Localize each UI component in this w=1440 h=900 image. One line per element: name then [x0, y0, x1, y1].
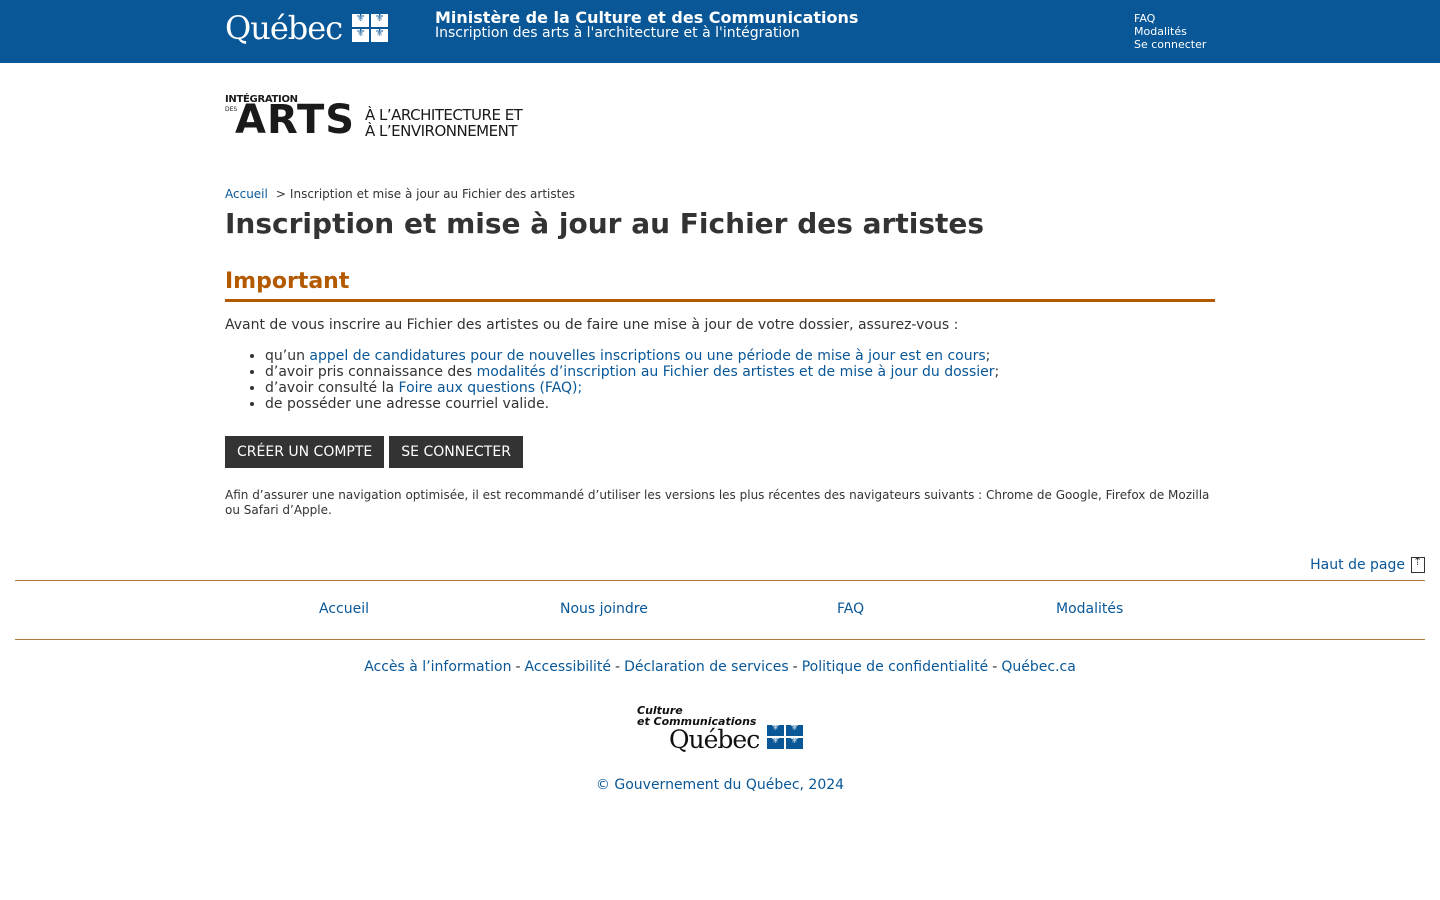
footer-link-separator: - — [992, 659, 998, 675]
list-item-text: de posséder une adresse courriel valide. — [265, 396, 550, 412]
back-to-top-icon — [1411, 555, 1425, 573]
culture-communications-logo[interactable]: Culture et Communications Québec — [637, 705, 807, 757]
top-links: FAQ Modalités Se connecter — [1134, 12, 1206, 51]
breadcrumb: Accueil > Inscription et mise à jour au Fi… — [225, 187, 575, 201]
registration-terms-link[interactable]: modalités d’inscription au Fichier des a… — [477, 364, 995, 380]
footer-link-access-info[interactable]: Accès à l’information — [364, 659, 511, 675]
ministry-name: Ministère de la Culture et des Communica… — [435, 8, 859, 27]
top-link-login[interactable]: Se connecter — [1134, 38, 1206, 51]
page-title: Inscription et mise à jour au Fichier de… — [225, 207, 985, 240]
back-to-top-link[interactable]: Haut de page — [1310, 555, 1425, 573]
footer-link-separator: - — [515, 659, 521, 675]
program-logo-environnement: À L’ENVIRONNEMENT — [365, 122, 518, 140]
footer-divider-top — [15, 580, 1425, 581]
site-heading: Ministère de la Culture et des Communica… — [435, 9, 858, 41]
faq-link[interactable]: Foire aux questions (FAQ); — [399, 380, 583, 396]
fleur-de-lis-icon — [767, 722, 803, 749]
footer-nav-faq[interactable]: FAQ — [837, 601, 864, 617]
footer-link-separator: - — [615, 659, 621, 675]
top-banner: Québec Ministère de la Culture et des Co… — [0, 0, 1440, 63]
list-item: d’avoir consulté la Foire aux questions … — [265, 380, 1215, 396]
create-account-button[interactable]: CRÉER UN COMPTE — [225, 436, 385, 468]
cc-logo-wordmark: Québec — [669, 725, 760, 754]
copyright: © Gouvernement du Québec, 2024 — [595, 777, 845, 793]
list-item: d’avoir pris connaissance des modalités … — [265, 364, 1215, 380]
quebec-logo[interactable]: Québec — [225, 9, 389, 47]
footer-links: Accès à l’information - Accessibilité - Décl… — [0, 659, 1440, 675]
important-section: Important Avant de vous inscrire au Fich… — [225, 268, 1215, 518]
top-link-modalites[interactable]: Modalités — [1134, 25, 1206, 38]
requirements-list: qu’un appel de candidatures pour de nouv… — [225, 348, 1215, 412]
action-buttons: CRÉER UN COMPTE SE CONNECTER — [225, 436, 1215, 468]
footer-divider-bottom — [15, 639, 1425, 640]
quebec-logo-wordmark: Québec — [225, 9, 343, 47]
list-item-punct: ; — [985, 348, 991, 364]
back-to-top-label: Haut de page — [1310, 557, 1405, 573]
top-link-faq[interactable]: FAQ — [1134, 12, 1206, 25]
site-subtitle: Inscription des arts à l'architecture et… — [435, 25, 800, 41]
footer-nav-contact[interactable]: Nous joindre — [560, 601, 648, 617]
list-item: qu’un appel de candidatures pour de nouv… — [265, 348, 1215, 364]
breadcrumb-separator: > — [275, 187, 286, 201]
footer-link-quebec-ca[interactable]: Québec.ca — [1001, 659, 1075, 675]
calls-for-applications-link[interactable]: appel de candidatures pour de nouvelles … — [309, 348, 985, 364]
footer-link-services[interactable]: Déclaration de services — [624, 659, 789, 675]
program-logo: INTÉGRATION DES ARTS À L’ARCHITECTURE ET… — [225, 94, 545, 142]
list-item-text: d’avoir pris connaissance des — [265, 364, 477, 380]
footer-link-separator: - — [792, 659, 798, 675]
footer-nav-modalites[interactable]: Modalités — [1056, 601, 1123, 617]
browser-notice: Afin d’assurer une navigation optimisée,… — [225, 488, 1210, 517]
footer-link-privacy[interactable]: Politique de confidentialité — [802, 659, 989, 675]
intro-text: Avant de vous inscrire au Fichier des ar… — [225, 317, 959, 333]
list-item-text: d’avoir consulté la — [265, 380, 399, 396]
program-logo-arts: ARTS — [235, 97, 356, 143]
list-item-text: qu’un — [265, 348, 310, 364]
footer-link-accessibility[interactable]: Accessibilité — [525, 659, 611, 675]
list-item: de posséder une adresse courriel valide. — [265, 396, 1215, 412]
breadcrumb-home[interactable]: Accueil — [225, 187, 268, 201]
list-item-punct: ; — [994, 364, 1000, 380]
breadcrumb-current: Inscription et mise à jour au Fichier de… — [289, 187, 575, 201]
section-title: Important — [225, 268, 1215, 302]
fleur-de-lis-icon — [352, 11, 389, 42]
footer-nav-home[interactable]: Accueil — [319, 601, 369, 617]
login-button[interactable]: SE CONNECTER — [389, 436, 523, 468]
